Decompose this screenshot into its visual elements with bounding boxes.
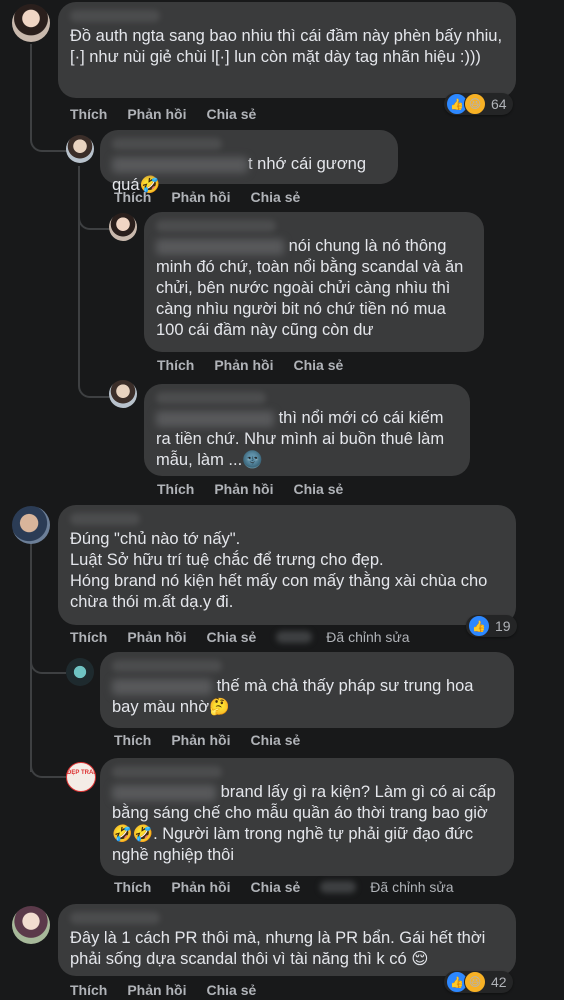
comment-text: Đúng "chủ nào tớ nấy". Luật Sở hữu trí t… (70, 530, 488, 611)
comment-bubble: thì nổi mới có cái kiếm ra tiền chứ. Như… (144, 384, 470, 476)
commenter-name[interactable] (156, 220, 276, 232)
reply-button[interactable]: Phản hồi (214, 357, 273, 373)
comment-bubble: t nhớ cái gương quá🤣 (100, 130, 398, 194)
thread-connector (30, 752, 66, 778)
comment-bubble: Đây là 1 cách PR thôi mà, nhưng là PR bẩ… (58, 904, 516, 976)
share-button[interactable]: Chia sẻ (206, 106, 256, 122)
reply-button[interactable]: Phản hồi (171, 879, 230, 895)
avatar[interactable] (12, 4, 50, 42)
like-button[interactable]: Thích (70, 629, 107, 645)
like-reaction-icon: 👍 (468, 615, 490, 637)
comment-text: Đây là 1 cách PR thôi mà, nhưng là PR bẩ… (70, 929, 486, 968)
comment-actions: Thích Phản hồi Chia sẻ (70, 106, 276, 122)
reply-button[interactable]: Phản hồi (127, 982, 186, 998)
share-button[interactable]: Chia sẻ (293, 481, 343, 497)
share-button[interactable]: Chia sẻ (206, 629, 256, 645)
timestamp[interactable] (320, 881, 357, 893)
share-button[interactable]: Chia sẻ (250, 732, 300, 748)
reply-button[interactable]: Phản hồi (127, 106, 186, 122)
commenter-name[interactable] (70, 513, 140, 525)
reaction-count: 42 (491, 974, 507, 990)
thread-connector (78, 200, 110, 230)
comment-text: thế mà chả thấy pháp sư trung hoa bay mà… (112, 677, 474, 716)
reaction-summary[interactable]: 👍 😆 42 (444, 971, 513, 993)
comment-actions: Thích Phản hồi Chia sẻ (114, 732, 320, 748)
reply-button[interactable]: Phản hồi (171, 732, 230, 748)
comment-bubble: brand lấy gì ra kiện? Làm gì có ai cấp b… (100, 758, 514, 876)
share-button[interactable]: Chia sẻ (250, 879, 300, 895)
reply-button[interactable]: Phản hồi (171, 189, 230, 205)
commenter-name[interactable] (112, 660, 222, 672)
share-button[interactable]: Chia sẻ (293, 357, 343, 373)
comment-actions: Thích Phản hồi Chia sẻ (157, 481, 363, 497)
commenter-name[interactable] (112, 138, 222, 150)
reaction-count: 19 (495, 618, 511, 634)
comment-text: Đồ auth ngta sang bao nhiu thì cái đầm n… (70, 27, 503, 66)
thread-connector (30, 126, 68, 152)
like-button[interactable]: Thích (114, 879, 151, 895)
thread-connector (78, 364, 110, 398)
comment-text: nói chung là nó thông minh đó chứ, toàn … (156, 237, 464, 339)
commenter-name[interactable] (156, 392, 266, 404)
avatar[interactable] (66, 135, 94, 163)
like-button[interactable]: Thích (157, 357, 194, 373)
comment-bubble: thế mà chả thấy pháp sư trung hoa bay mà… (100, 652, 514, 728)
haha-reaction-icon: 😆 (464, 971, 486, 993)
comment-actions: Thích Phản hồi Chia sẻ Đã chỉnh sửa (70, 629, 430, 645)
thread-line (78, 166, 80, 386)
haha-reaction-icon: 😆 (464, 93, 486, 115)
share-button[interactable]: Chia sẻ (206, 982, 256, 998)
edited-label[interactable]: Đã chỉnh sửa (326, 629, 409, 645)
comment-actions: Thích Phản hồi Chia sẻ (114, 189, 320, 205)
avatar-badge-text: ĐẸP TRAI (67, 770, 95, 776)
comment-bubble: Đúng "chủ nào tớ nấy". Luật Sở hữu trí t… (58, 505, 516, 625)
comment-text: brand lấy gì ra kiện? Làm gì có ai cấp b… (112, 783, 496, 864)
comment-text: thì nổi mới có cái kiếm ra tiền chứ. Như… (156, 409, 445, 469)
share-button[interactable]: Chia sẻ (250, 189, 300, 205)
avatar[interactable]: ĐẸP TRAI (66, 762, 96, 792)
avatar[interactable] (109, 380, 137, 408)
avatar[interactable] (12, 906, 50, 944)
reaction-summary[interactable]: 👍 😆 64 (444, 93, 513, 115)
thread-line (30, 44, 32, 129)
reaction-summary[interactable]: 👍 19 (466, 615, 517, 637)
avatar[interactable] (109, 213, 137, 241)
reply-button[interactable]: Phản hồi (127, 629, 186, 645)
reaction-count: 64 (491, 96, 507, 112)
edited-label[interactable]: Đã chỉnh sửa (370, 879, 453, 895)
like-button[interactable]: Thích (114, 189, 151, 205)
thread-connector (30, 640, 66, 674)
commenter-name[interactable] (70, 912, 160, 924)
avatar[interactable] (66, 658, 94, 686)
reply-button[interactable]: Phản hồi (214, 481, 273, 497)
commenter-name[interactable] (70, 10, 160, 22)
like-button[interactable]: Thích (114, 732, 151, 748)
comment-bubble: nói chung là nó thông minh đó chứ, toàn … (144, 212, 484, 352)
comment-actions: Thích Phản hồi Chia sẻ (70, 982, 276, 998)
comment-actions: Thích Phản hồi Chia sẻ (157, 357, 363, 373)
timestamp[interactable] (276, 631, 313, 643)
avatar[interactable] (12, 506, 50, 544)
commenter-name[interactable] (112, 766, 222, 778)
comment-actions: Thích Phản hồi Chia sẻ Đã chỉnh sửa (114, 879, 474, 895)
like-button[interactable]: Thích (70, 106, 107, 122)
like-button[interactable]: Thích (70, 982, 107, 998)
comment-bubble: Đồ auth ngta sang bao nhiu thì cái đầm n… (58, 2, 516, 98)
like-button[interactable]: Thích (157, 481, 194, 497)
